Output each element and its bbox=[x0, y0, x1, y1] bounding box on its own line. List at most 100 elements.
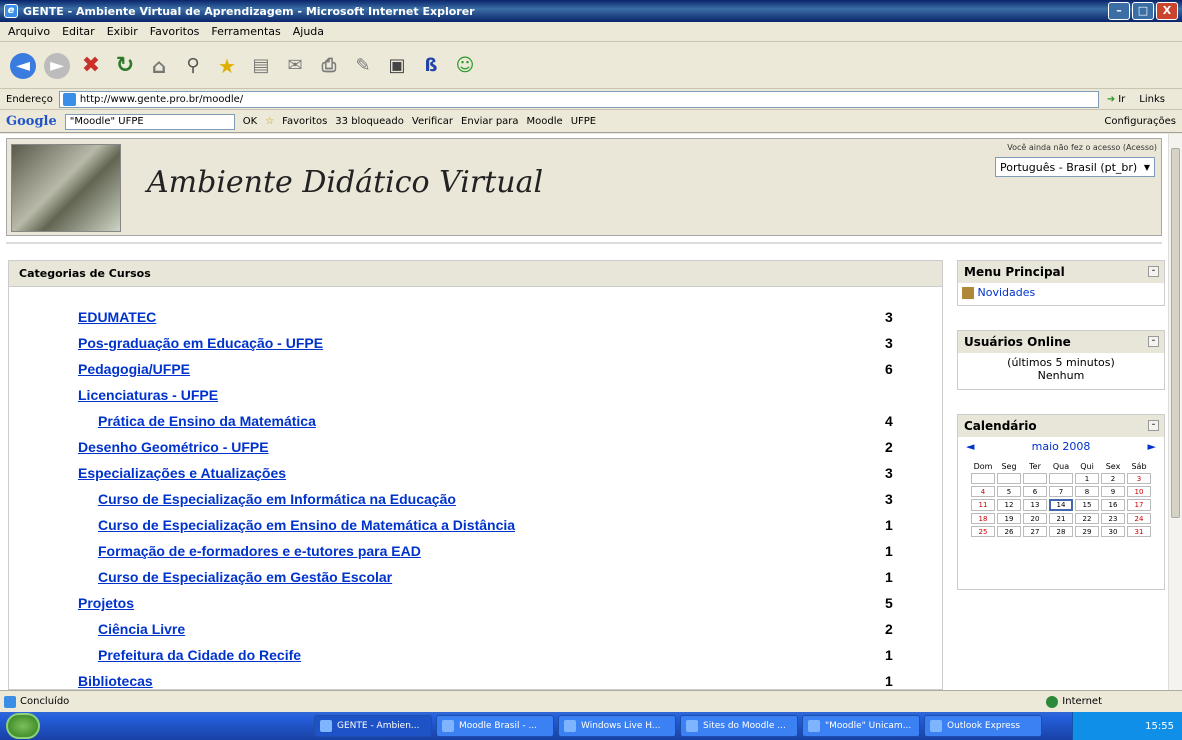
minimize-button[interactable]: – bbox=[1108, 2, 1130, 20]
google-favoritos[interactable]: Favoritos bbox=[282, 116, 327, 127]
go-arrow-icon[interactable]: ➜ bbox=[1107, 94, 1115, 105]
system-tray: 15:55 bbox=[1072, 712, 1182, 740]
subcategory-link[interactable]: Formação de e-formadores e e-tutores par… bbox=[98, 543, 421, 559]
spellcheck-button[interactable]: Verificar bbox=[412, 116, 453, 127]
calendar-day: 15 bbox=[1075, 499, 1099, 511]
weekday: Ter bbox=[1029, 462, 1041, 471]
links-label[interactable]: Links bbox=[1139, 94, 1165, 105]
subcategory-link[interactable]: Curso de Especialização em Ensino de Mat… bbox=[98, 517, 515, 533]
favorites-icon[interactable]: ★ bbox=[214, 53, 240, 79]
subcategory-link[interactable]: Prática de Ensino da Matemática bbox=[98, 413, 316, 429]
scroll-thumb[interactable] bbox=[1171, 148, 1180, 518]
maximize-button[interactable]: □ bbox=[1132, 2, 1154, 20]
menu-ajuda[interactable]: Ajuda bbox=[293, 25, 324, 38]
security-zone: Internet bbox=[1062, 696, 1102, 707]
calendar-today: 14 bbox=[1049, 499, 1073, 511]
subcategory-link[interactable]: Ciência Livre bbox=[98, 621, 185, 637]
clock[interactable]: 15:55 bbox=[1145, 721, 1174, 732]
calendar-day: 28 bbox=[1049, 526, 1073, 537]
taskbar-item[interactable]: GENTE - Ambien... bbox=[314, 715, 432, 737]
url-input[interactable]: http://www.gente.pro.br/moodle/ bbox=[58, 90, 1099, 108]
category-count: 2 bbox=[885, 439, 893, 455]
address-label: Endereço bbox=[6, 93, 53, 105]
login-note[interactable]: Você ainda não fez o acesso (Acesso) bbox=[1007, 143, 1157, 152]
category-count: 1 bbox=[885, 569, 893, 585]
refresh-icon[interactable]: ↻ bbox=[112, 53, 138, 79]
start-button[interactable] bbox=[6, 713, 40, 739]
messenger-icon[interactable]: ☺ bbox=[452, 53, 478, 79]
course-categories: Categorias de Cursos EDUMATEC 3 Pos-grad… bbox=[8, 260, 943, 690]
category-link[interactable]: Pedagogia/UFPE bbox=[78, 361, 190, 377]
language-select[interactable]: Português - Brasil (pt_br) ▼ bbox=[995, 157, 1155, 177]
go-button[interactable]: Ir bbox=[1118, 94, 1125, 105]
google-ok-button[interactable]: OK bbox=[243, 116, 257, 127]
history-icon[interactable]: ▤ bbox=[248, 53, 274, 79]
subcategory-link[interactable]: Prefeitura da Cidade do Recife bbox=[98, 647, 301, 663]
taskbar-item[interactable]: Windows Live H... bbox=[558, 715, 676, 737]
category-link[interactable]: Desenho Geométrico - UFPE bbox=[78, 439, 269, 455]
calendar-month[interactable]: maio 2008 bbox=[1032, 440, 1091, 453]
weekday: Sáb bbox=[1131, 462, 1147, 471]
subcategory-link[interactable]: Curso de Especialização em Informática n… bbox=[98, 491, 456, 507]
calendar-day: 8 bbox=[1075, 486, 1099, 497]
menu-arquivo[interactable]: Arquivo bbox=[8, 25, 50, 38]
weekday: Sex bbox=[1105, 462, 1121, 471]
weekday: Dom bbox=[973, 462, 993, 471]
google-search-input[interactable]: "Moodle" UFPE bbox=[64, 113, 235, 130]
status-bar: Concluído Internet bbox=[0, 690, 1182, 712]
online-period: (últimos 5 minutos) bbox=[1007, 356, 1115, 369]
back-icon[interactable]: ◄ bbox=[10, 52, 36, 79]
bookmark-icon[interactable]: ▣ bbox=[384, 53, 410, 79]
category-count: 6 bbox=[885, 361, 893, 377]
divider bbox=[6, 242, 1162, 244]
category-link[interactable]: Licenciaturas - UFPE bbox=[78, 387, 218, 403]
edit-icon[interactable]: ✎ bbox=[350, 53, 376, 79]
settings-button[interactable]: Configurações bbox=[1104, 116, 1176, 127]
calendar-day: 11 bbox=[971, 499, 995, 511]
category-link[interactable]: Especializações e Atualizações bbox=[78, 465, 286, 481]
taskbar-item[interactable]: Outlook Express bbox=[924, 715, 1042, 737]
weekday: Seg bbox=[1001, 462, 1017, 471]
taskbar-item[interactable]: "Moodle" Unicam... bbox=[802, 715, 920, 737]
forward-icon[interactable]: ► bbox=[44, 52, 70, 79]
category-link[interactable]: EDUMATEC bbox=[78, 309, 156, 325]
home-icon[interactable]: ⌂ bbox=[146, 53, 172, 79]
print-icon[interactable]: ⎙ bbox=[316, 53, 342, 79]
menu-exibir[interactable]: Exibir bbox=[107, 25, 138, 38]
moodle-bookmark[interactable]: Moodle bbox=[527, 116, 563, 127]
news-link[interactable]: Novidades bbox=[978, 286, 1036, 299]
main-menu-block: Menu Principal - Novidades bbox=[957, 260, 1165, 306]
collapse-icon[interactable]: - bbox=[1148, 336, 1159, 347]
calendar-block: Calendário - ◄ maio 2008 ► Dom Seg Ter Qua Qu… bbox=[957, 414, 1165, 590]
category-link[interactable]: Pos-graduação em Educação - UFPE bbox=[78, 335, 323, 351]
globe-icon bbox=[1046, 695, 1059, 708]
taskbar-item[interactable]: Moodle Brasil - ... bbox=[436, 715, 554, 737]
calendar-day bbox=[971, 473, 995, 484]
window-title: GENTE - Ambiente Virtual de Aprendizagem… bbox=[23, 4, 475, 18]
collapse-icon[interactable]: - bbox=[1148, 420, 1159, 431]
popup-blocked[interactable]: 33 bloqueado bbox=[335, 116, 404, 127]
ufpe-bookmark[interactable]: UFPE bbox=[571, 116, 596, 127]
language-value: Português - Brasil (pt_br) bbox=[1000, 160, 1138, 174]
ie-icon: e bbox=[4, 4, 18, 18]
subcategory-link[interactable]: Curso de Especialização em Gestão Escola… bbox=[98, 569, 392, 585]
collapse-icon[interactable]: - bbox=[1148, 266, 1159, 277]
menu-ferramentas[interactable]: Ferramentas bbox=[211, 25, 280, 38]
stop-icon[interactable]: ✖ bbox=[78, 53, 104, 79]
next-month-button[interactable]: ► bbox=[1148, 440, 1156, 453]
menu-favoritos[interactable]: Favoritos bbox=[150, 25, 200, 38]
search-icon[interactable]: ⚲ bbox=[180, 53, 206, 79]
site-title: Ambiente Didático Virtual bbox=[147, 165, 544, 200]
categories-heading: Categorias de Cursos bbox=[9, 261, 942, 287]
calendar-day: 5 bbox=[997, 486, 1021, 497]
bluetooth-icon[interactable]: ß bbox=[418, 53, 444, 79]
category-link[interactable]: Projetos bbox=[78, 595, 134, 611]
mail-icon[interactable]: ✉ bbox=[282, 53, 308, 79]
menu-editar[interactable]: Editar bbox=[62, 25, 95, 38]
vertical-scrollbar[interactable] bbox=[1168, 134, 1182, 690]
category-link[interactable]: Bibliotecas bbox=[78, 673, 153, 689]
close-button[interactable]: X bbox=[1156, 2, 1178, 20]
send-to-button[interactable]: Enviar para bbox=[461, 116, 519, 127]
taskbar-item[interactable]: Sites do Moodle ... bbox=[680, 715, 798, 737]
prev-month-button[interactable]: ◄ bbox=[966, 440, 974, 453]
